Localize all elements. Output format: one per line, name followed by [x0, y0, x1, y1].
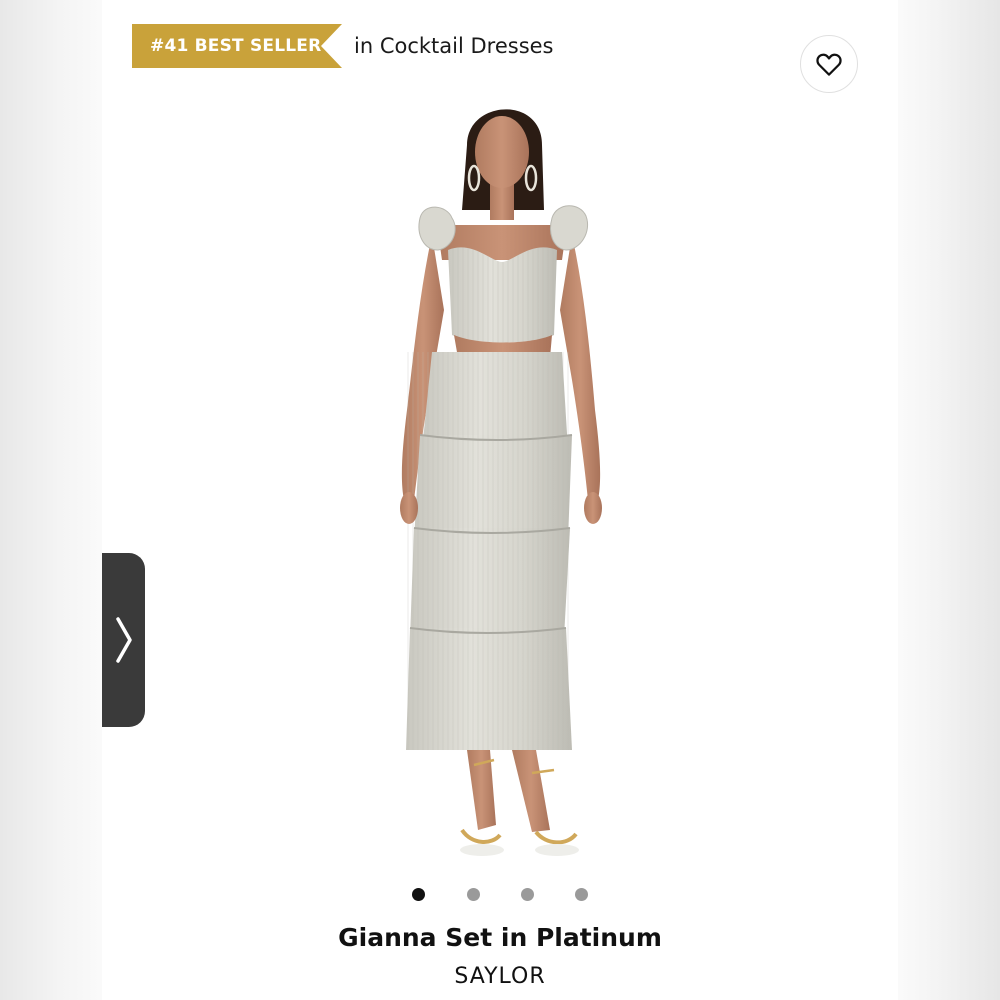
- carousel-dot-1[interactable]: [412, 888, 425, 901]
- carousel-dot-4[interactable]: [575, 888, 588, 901]
- best-seller-label: #41 BEST SELLER: [150, 36, 322, 56]
- chevron-right-icon: [115, 617, 132, 663]
- favorite-button[interactable]: [800, 35, 858, 93]
- carousel-dot-2[interactable]: [467, 888, 480, 901]
- carousel-indicators: [102, 886, 898, 904]
- carousel-next-button[interactable]: [102, 553, 145, 727]
- product-brand[interactable]: SAYLOR: [102, 964, 898, 989]
- heart-outline-icon: [816, 53, 842, 76]
- product-card: #41 BEST SELLER in Cocktail Dresses Gian…: [102, 0, 898, 1000]
- best-seller-badge: #41 BEST SELLER: [132, 24, 342, 68]
- product-title: Gianna Set in Platinum: [338, 923, 662, 952]
- carousel-dot-3[interactable]: [521, 888, 534, 901]
- product-image[interactable]: [102, 90, 898, 880]
- category-link[interactable]: in Cocktail Dresses: [354, 34, 554, 58]
